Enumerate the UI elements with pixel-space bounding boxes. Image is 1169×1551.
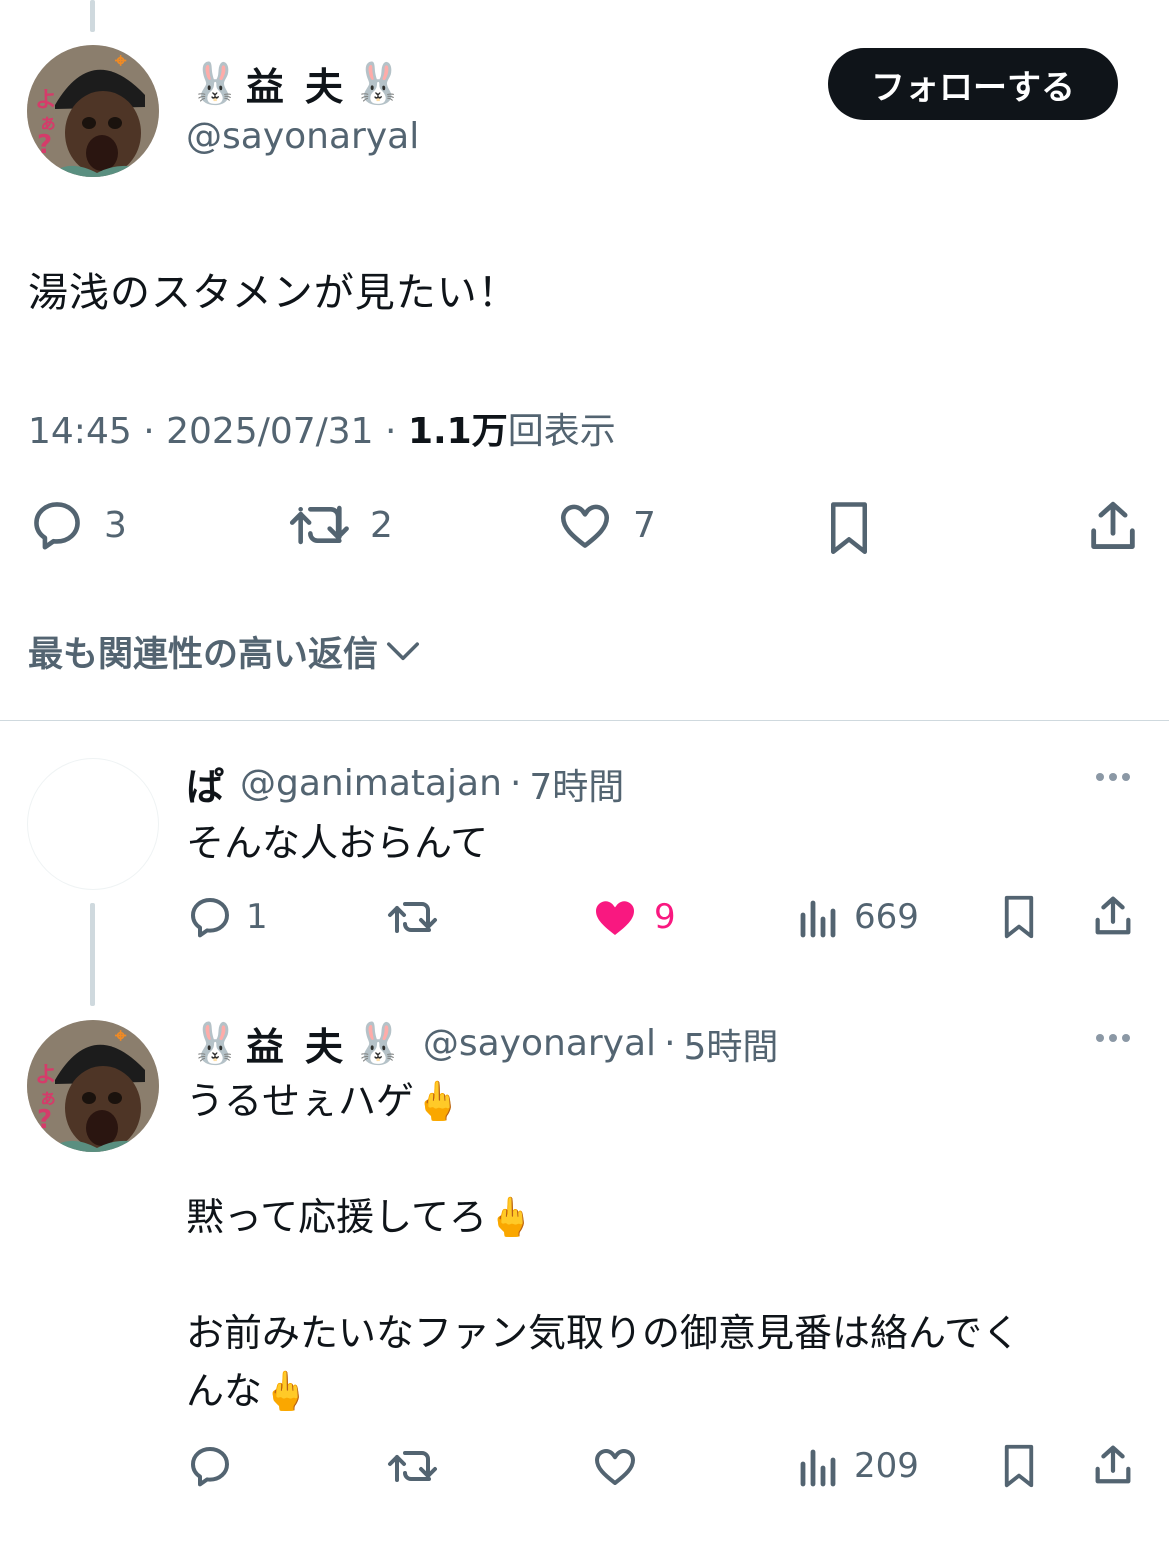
author-handle[interactable]: @sayonaryal bbox=[186, 116, 419, 157]
reply-line: んな🖕 bbox=[186, 1369, 310, 1413]
svg-text:⌖: ⌖ bbox=[114, 1023, 127, 1047]
finger-emoji: 🖕 bbox=[414, 1079, 462, 1123]
avatar[interactable] bbox=[27, 758, 159, 890]
analytics-icon bbox=[800, 1449, 836, 1487]
like-button[interactable] bbox=[590, 1442, 640, 1490]
reply-sort-dropdown[interactable]: 最も関連性の高い返信 bbox=[28, 626, 422, 677]
meta-separator: · bbox=[385, 411, 408, 452]
bookmark-icon bbox=[1004, 1444, 1034, 1488]
reply-icon bbox=[191, 898, 229, 938]
reply-sort-label: 最も関連性の高い返信 bbox=[28, 635, 379, 675]
views-button[interactable]: 209 bbox=[796, 1442, 919, 1490]
reply-line: お前みたいなファン気取りの御意見番は絡んでく bbox=[186, 1311, 1021, 1355]
reply-author-name[interactable]: 益 夫 bbox=[246, 1016, 347, 1071]
meta-separator: · bbox=[509, 763, 522, 804]
svg-text:よ: よ bbox=[35, 1063, 57, 1088]
reply-line: うるせぇハゲ🖕 bbox=[186, 1079, 462, 1123]
retweet-icon bbox=[388, 1451, 437, 1482]
display-name: 益 夫 bbox=[245, 65, 348, 109]
tweet-date[interactable]: 2025/07/31 bbox=[166, 411, 374, 452]
reply-header: ぱ @ganimatajan · 7時間 bbox=[186, 756, 624, 811]
bookmark-button[interactable] bbox=[822, 496, 876, 558]
svg-text:よ: よ bbox=[35, 88, 57, 113]
share-button[interactable] bbox=[1084, 496, 1142, 556]
share-icon bbox=[1091, 501, 1135, 549]
finger-emoji: 🖕 bbox=[486, 1195, 535, 1239]
view-count: 209 bbox=[854, 1446, 919, 1486]
chevron-down-icon bbox=[387, 641, 420, 660]
tweet-meta: 14:45 · 2025/07/31 · 1.1万回表示 bbox=[28, 402, 616, 454]
svg-text:?: ? bbox=[37, 1105, 52, 1135]
bookmark-icon bbox=[1004, 895, 1034, 939]
rabbit-emoji: 🐰 bbox=[190, 1020, 240, 1067]
share-button[interactable] bbox=[1090, 891, 1136, 941]
views-count: 1.1万 bbox=[407, 411, 508, 452]
reply-text: うるせぇハゲ🖕 黙って応援してろ🖕 お前みたいなファン気取りの御意見番は絡んでく… bbox=[186, 1072, 1020, 1420]
retweet-count: 2 bbox=[370, 504, 393, 546]
reply-count: 1 bbox=[246, 897, 268, 937]
author-name[interactable]: 🐰 益 夫 🐰 bbox=[190, 56, 403, 111]
retweet-icon bbox=[289, 505, 349, 545]
bookmark-button[interactable] bbox=[998, 891, 1040, 943]
view-count: 669 bbox=[854, 897, 919, 937]
rabbit-emoji: 🐰 bbox=[353, 1020, 403, 1067]
heart-icon bbox=[595, 1449, 635, 1485]
reply-button[interactable]: 1 bbox=[186, 893, 268, 941]
reply-button[interactable]: 3 bbox=[28, 496, 127, 554]
retweet-button[interactable]: 2 bbox=[288, 496, 393, 554]
retweet-button[interactable] bbox=[386, 1442, 440, 1490]
reply-handle[interactable]: @sayonaryal bbox=[423, 1023, 656, 1064]
analytics-icon bbox=[800, 900, 836, 938]
avatar[interactable]: ⌖ よ ぁ ? bbox=[27, 1020, 159, 1152]
more-options-icon[interactable] bbox=[1096, 1034, 1130, 1042]
rabbit-emoji: 🐰 bbox=[190, 60, 240, 107]
like-count: 7 bbox=[633, 504, 656, 546]
reply-text: そんな人おらんて bbox=[186, 821, 489, 865]
follow-button[interactable]: フォローする bbox=[828, 48, 1118, 120]
thread-line bbox=[90, 903, 95, 1006]
retweet-button[interactable] bbox=[386, 893, 440, 941]
svg-text:?: ? bbox=[37, 130, 52, 160]
share-button[interactable] bbox=[1090, 1440, 1136, 1490]
like-button[interactable]: 9 bbox=[590, 893, 676, 941]
retweet-icon bbox=[388, 902, 437, 933]
reply-author-name[interactable]: ぱ bbox=[186, 756, 224, 811]
svg-text:⌖: ⌖ bbox=[114, 48, 127, 72]
meta-separator: · bbox=[664, 1023, 676, 1064]
finger-emoji: 🖕 bbox=[262, 1369, 310, 1413]
views-button[interactable]: 669 bbox=[796, 893, 919, 941]
meta-separator: · bbox=[143, 411, 167, 452]
reply-header: 🐰 益 夫 🐰 @sayonaryal · 5時間 bbox=[190, 1016, 778, 1071]
divider bbox=[0, 720, 1169, 721]
heart-icon bbox=[560, 504, 610, 548]
like-button[interactable]: 7 bbox=[555, 496, 656, 554]
views-label: 回表示 bbox=[507, 411, 616, 452]
rabbit-emoji: 🐰 bbox=[353, 60, 403, 107]
share-icon bbox=[1095, 896, 1131, 935]
reply-handle[interactable]: @ganimatajan bbox=[240, 763, 502, 804]
reply-age[interactable]: 7時間 bbox=[529, 758, 624, 810]
like-count: 9 bbox=[654, 897, 676, 937]
avatar[interactable]: ⌖ よ ぁ ? bbox=[27, 45, 159, 177]
heart-filled-icon bbox=[595, 901, 635, 935]
thread-line-top bbox=[90, 0, 95, 32]
reply-age[interactable]: 5時間 bbox=[684, 1018, 779, 1070]
reply-button[interactable] bbox=[186, 1442, 234, 1490]
more-options-icon[interactable] bbox=[1096, 773, 1130, 781]
reply-icon bbox=[34, 502, 80, 550]
reply-line: 黙って応援してろ🖕 bbox=[186, 1195, 535, 1239]
bookmark-button[interactable] bbox=[998, 1440, 1040, 1492]
reply-icon bbox=[191, 1447, 229, 1487]
share-icon bbox=[1095, 1445, 1131, 1484]
bookmark-icon bbox=[831, 502, 867, 554]
tweet-time[interactable]: 14:45 bbox=[28, 411, 132, 452]
reply-count: 3 bbox=[104, 504, 127, 546]
tweet-text: 湯浅のスタメンが見たい！ bbox=[28, 270, 519, 316]
